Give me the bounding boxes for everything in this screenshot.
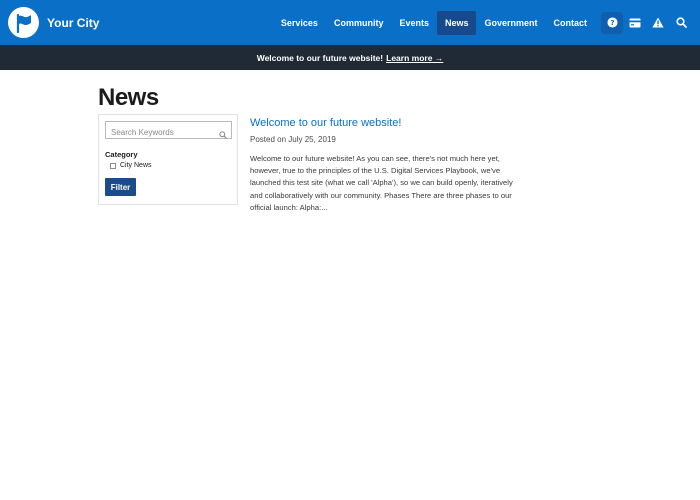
category-option-label: City News [120, 162, 152, 169]
nav-community[interactable]: Community [326, 11, 392, 35]
payments-button[interactable] [624, 12, 646, 34]
site-logo[interactable]: Your City [8, 7, 99, 38]
main-content: News Category City News Filter Welcome t… [98, 70, 518, 214]
main-nav: Services Community Events News Governmen… [273, 0, 692, 45]
city-news-checkbox[interactable] [110, 162, 116, 169]
nav-events[interactable]: Events [391, 11, 437, 35]
article-date: Posted on July 25, 2019 [250, 135, 336, 144]
learn-more-link[interactable]: Learn more → [386, 53, 443, 63]
banner-text: Welcome to our future website! [256, 52, 384, 63]
article-title-link[interactable]: Welcome to our future website! [250, 117, 515, 129]
keyword-search-input[interactable] [106, 124, 231, 141]
site-header: Your City Services Community Events News… [0, 0, 700, 45]
filter-button[interactable]: Filter [105, 178, 136, 196]
filter-panel: Category City News Filter [98, 114, 238, 205]
category-label: Category [105, 150, 138, 159]
search-button[interactable] [670, 12, 692, 34]
nav-services[interactable]: Services [273, 11, 326, 35]
help-icon: ? [606, 17, 618, 28]
category-option-city-news[interactable]: City News [105, 162, 231, 169]
nav-government[interactable]: Government [476, 11, 545, 35]
news-layout: Category City News Filter Welcome to our… [98, 114, 518, 214]
search-box [105, 121, 232, 141]
search-icon[interactable] [219, 126, 227, 144]
alerts-button[interactable] [647, 12, 669, 34]
payment-card-icon [629, 18, 641, 28]
announcement-banner: Welcome to our future website! Learn mor… [0, 45, 700, 70]
search-icon [675, 17, 687, 28]
nav-news[interactable]: News [436, 10, 477, 35]
help-button[interactable]: ? [601, 11, 623, 34]
svg-text:?: ? [610, 18, 614, 27]
news-list-item: Welcome to our future website! Posted on… [250, 117, 515, 214]
nav-contact[interactable]: Contact [546, 11, 596, 35]
article-excerpt: Welcome to our future website! As you ca… [250, 154, 513, 212]
site-name: Your City [47, 15, 100, 30]
alert-icon [652, 17, 664, 28]
page-title: News [98, 84, 159, 111]
flag-icon [8, 7, 39, 38]
